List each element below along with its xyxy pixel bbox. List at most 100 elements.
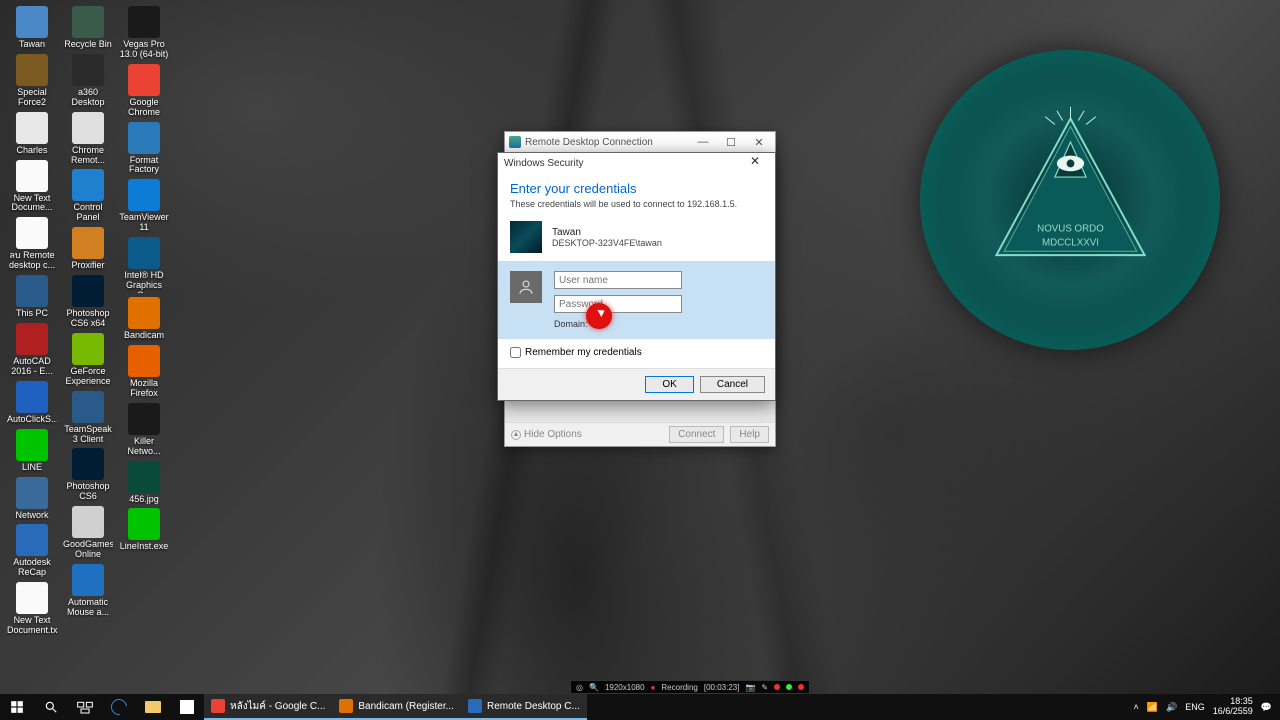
desktop-icon[interactable]: This PC [6, 275, 58, 319]
recording-status: Recording [661, 683, 697, 692]
icon-label: Photoshop CS6 x64 [63, 309, 113, 329]
start-button[interactable] [0, 694, 34, 720]
icon-label: Format Factory [119, 156, 169, 176]
search-button[interactable] [34, 694, 68, 720]
connect-button[interactable]: Connect [669, 426, 724, 443]
task-icon [468, 699, 482, 713]
task-label: Remote Desktop C... [487, 701, 580, 712]
task-icon [339, 699, 353, 713]
icon-label: Chrome Remot... [63, 146, 113, 166]
app-icon [128, 345, 160, 377]
desktop-icon[interactable]: LineInst.exe [118, 508, 170, 552]
icon-label: Network [15, 511, 48, 521]
saved-account-tile[interactable]: Tawan DESKTOP-323V4FE\tawan [510, 221, 763, 253]
domain-label: Domain: [554, 319, 763, 329]
network-icon[interactable]: 📶 [1147, 702, 1158, 713]
password-field[interactable] [554, 295, 682, 313]
icon-label: LINE [22, 463, 42, 473]
icon-label: Control Panel [63, 203, 113, 223]
desktop-icon[interactable]: Recycle Bin [62, 6, 114, 50]
desktop-icon[interactable]: Mozilla Firefox [118, 345, 170, 399]
desktop-icon[interactable]: Tawan [6, 6, 58, 50]
tray-chevron-up-icon[interactable]: ˄ [1134, 702, 1139, 712]
task-icon [211, 699, 225, 713]
desktop-icon[interactable]: New Text Docume... [6, 160, 58, 214]
desktop-icon[interactable]: Chrome Remot... [62, 112, 114, 166]
taskbar-task[interactable]: Bandicam (Register... [332, 694, 461, 720]
desktop-icon[interactable]: Bandicam [118, 297, 170, 341]
ok-button[interactable]: OK [645, 376, 693, 393]
desktop-icon[interactable]: AutoClickS... [6, 381, 58, 425]
app-icon [128, 122, 160, 154]
desktop-icon[interactable]: Intel® HD Graphics C... [118, 237, 170, 293]
app-icon [72, 54, 104, 86]
desktop-icon[interactable]: ลบ Remote desktop c... [6, 217, 58, 271]
username-field[interactable] [554, 271, 682, 289]
icon-label: GeForce Experience [63, 367, 113, 387]
security-title-text: Windows Security [504, 158, 583, 169]
desktop-icon[interactable]: 456.jpg [118, 461, 170, 505]
desktop-icon[interactable]: TeamSpeak 3 Client [62, 391, 114, 445]
desktop-icon[interactable]: New Text Document.txt [6, 582, 58, 636]
desktop-icon[interactable]: GoodGames Online [62, 506, 114, 560]
desktop-icon[interactable]: Control Panel [62, 169, 114, 223]
desktop-icon[interactable]: AutoCAD 2016 - E... [6, 323, 58, 377]
cancel-button[interactable]: Cancel [700, 376, 765, 393]
app-icon [72, 227, 104, 259]
icon-label: Autodesk ReCap [7, 558, 57, 578]
help-button[interactable]: Help [730, 426, 769, 443]
edge-pinned[interactable] [102, 694, 136, 720]
security-titlebar[interactable]: Windows Security ✕ [498, 153, 775, 173]
language-indicator[interactable]: ENG [1185, 702, 1205, 712]
app-icon [16, 323, 48, 355]
desktop-icon[interactable]: Network [6, 477, 58, 521]
hide-options-toggle[interactable]: ▲ Hide Options [511, 429, 663, 440]
icon-label: TeamSpeak 3 Client [63, 425, 113, 445]
app-icon [16, 6, 48, 38]
app-icon [128, 508, 160, 540]
system-tray[interactable]: ˄ 📶 🔊 ENG 18:35 16/6/2559 💬 [1126, 697, 1280, 717]
icon-label: New Text Document.txt [7, 616, 57, 636]
desktop-icon[interactable]: Format Factory [118, 122, 170, 176]
taskbar-task[interactable]: Remote Desktop C... [461, 694, 587, 720]
wallpaper-emblem: NOVUS ORDO MDCCLXXVI [920, 50, 1220, 350]
desktop-icon[interactable]: Photoshop CS6 x64 [62, 275, 114, 329]
clock[interactable]: 18:35 16/6/2559 [1213, 697, 1253, 717]
maximize-button[interactable]: ☐ [719, 136, 743, 149]
pencil-icon: ✎ [761, 683, 768, 692]
app-icon [72, 6, 104, 38]
app-icon [16, 54, 48, 86]
click-indicator [586, 303, 612, 329]
desktop-icon[interactable]: LINE [6, 429, 58, 473]
desktop-icon[interactable]: a360 Desktop [62, 54, 114, 108]
desktop-icon[interactable]: Photoshop CS6 [62, 448, 114, 502]
remember-checkbox-input[interactable] [510, 347, 521, 358]
desktop-icon[interactable]: Special Force2 [6, 54, 58, 108]
record-icon: ● [651, 683, 656, 692]
close-button[interactable]: ✕ [741, 154, 769, 172]
action-center-icon[interactable]: 💬 [1261, 702, 1272, 713]
remember-credentials-checkbox[interactable]: Remember my credentials [510, 347, 763, 358]
icon-label: AutoClickS... [7, 415, 57, 425]
rdc-titlebar[interactable]: Remote Desktop Connection — ☐ ✕ [505, 132, 775, 152]
close-button[interactable]: ✕ [747, 136, 771, 149]
desktop-icon[interactable]: Autodesk ReCap [6, 524, 58, 578]
file-explorer-pinned[interactable] [136, 694, 170, 720]
volume-icon[interactable]: 🔊 [1166, 702, 1177, 713]
desktop-icon[interactable]: Google Chrome [118, 64, 170, 118]
dialog-subtext: These credentials will be used to connec… [510, 199, 763, 209]
desktop-icon[interactable]: GeForce Experience [62, 333, 114, 387]
dialog-heading: Enter your credentials [510, 181, 763, 196]
minimize-button[interactable]: — [691, 136, 715, 148]
task-view-button[interactable] [68, 694, 102, 720]
desktop-icon[interactable]: Proxifier [62, 227, 114, 271]
app-icon [16, 275, 48, 307]
store-pinned[interactable] [170, 694, 204, 720]
desktop-icon[interactable]: Charles [6, 112, 58, 156]
desktop-icon[interactable]: Vegas Pro 13.0 (64-bit) [118, 6, 170, 60]
desktop-icon[interactable]: TeamViewer 11 [118, 179, 170, 233]
desktop-icon[interactable]: Automatic Mouse a... [62, 564, 114, 618]
app-icon [16, 582, 48, 614]
desktop-icon[interactable]: Killer Netwo... [118, 403, 170, 457]
taskbar-task[interactable]: หลังไมค์ - Google C... [204, 694, 332, 720]
